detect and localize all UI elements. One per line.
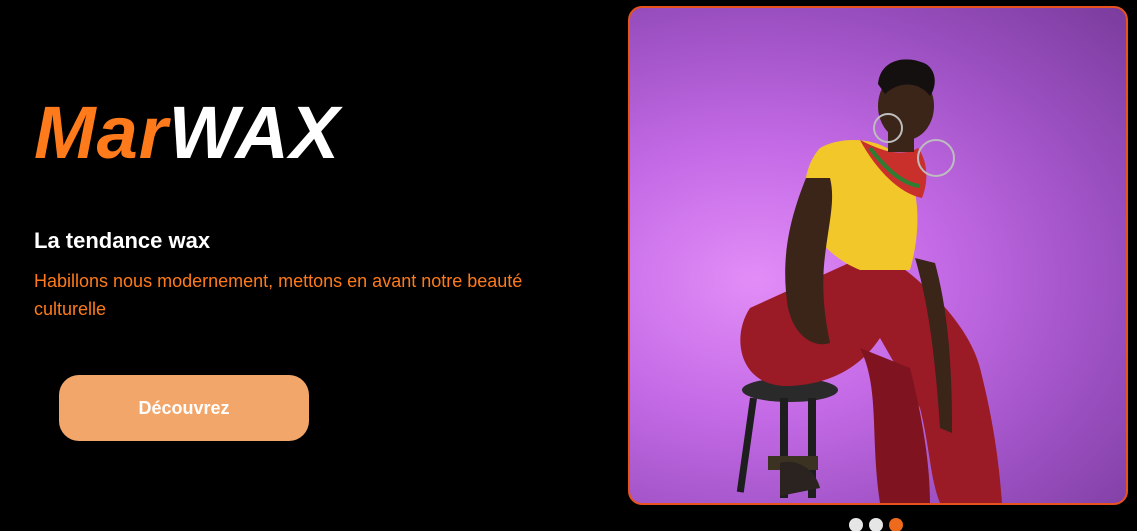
carousel-dot-2[interactable] [869, 518, 883, 531]
carousel-indicators [849, 518, 903, 531]
brand-logo-part-wax: WAX [168, 91, 341, 174]
carousel-dot-1[interactable] [849, 518, 863, 531]
discover-button[interactable]: Découvrez [59, 375, 309, 441]
carousel-image-frame [628, 6, 1128, 505]
brand-logo-part-mar: Mar [34, 91, 169, 174]
woman-seated-on-stool-photo [736, 59, 1002, 503]
hero-section: MarWAX La tendance wax Habillons nous mo… [0, 0, 1137, 531]
hero-tagline: La tendance wax [34, 228, 211, 253]
brand-logo: MarWAX [34, 96, 340, 170]
hero-subtitle: Habillons nous modernement, mettons en a… [34, 271, 523, 319]
carousel-dot-3[interactable] [889, 518, 903, 531]
